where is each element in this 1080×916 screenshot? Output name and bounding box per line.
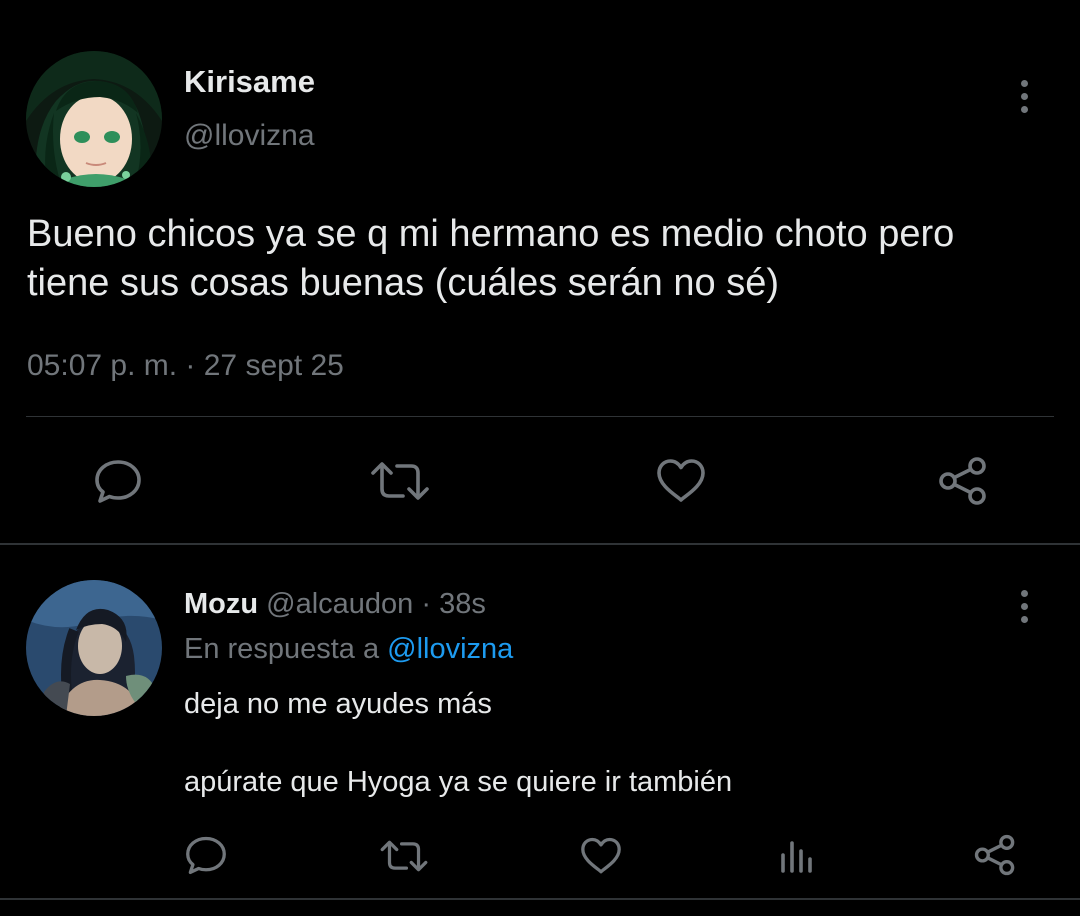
tweet-text-line: tiene sus cosas buenas (cuáles serán no … bbox=[27, 262, 779, 304]
reply-author-handle[interactable]: @alcaudon bbox=[266, 588, 413, 620]
divider bbox=[26, 416, 1054, 417]
reply-header: Mozu @alcaudon · 38s bbox=[184, 585, 486, 623]
reply-text-line: deja no me ayudes más bbox=[184, 688, 492, 720]
more-options-icon[interactable] bbox=[1018, 80, 1030, 113]
reply-age[interactable]: 38s bbox=[439, 588, 486, 620]
reply-author-name[interactable]: Mozu bbox=[184, 588, 258, 620]
tweet-text-line: Bueno chicos ya se q mi hermano es medio… bbox=[27, 213, 955, 255]
retweet-icon[interactable] bbox=[378, 836, 430, 876]
tweet-text: Bueno chicos ya se q mi hermano es medio… bbox=[27, 210, 1067, 308]
more-options-icon[interactable] bbox=[1018, 590, 1030, 623]
separator: · bbox=[413, 588, 440, 620]
reply-icon[interactable] bbox=[92, 456, 144, 506]
in-reply-to-label: En respuesta a bbox=[184, 633, 388, 665]
tweet-timestamp[interactable]: 05:07 p. m. · 27 sept 25 bbox=[27, 346, 344, 386]
reply-text-line: apúrate que Hyoga ya se quiere ir tambié… bbox=[184, 766, 733, 798]
author-name[interactable]: Kirisame bbox=[184, 62, 315, 102]
author-handle[interactable]: @llovizna bbox=[184, 116, 315, 156]
divider bbox=[0, 543, 1080, 545]
reply-author-avatar[interactable] bbox=[26, 580, 162, 716]
divider bbox=[0, 898, 1080, 900]
reply-icon[interactable] bbox=[184, 834, 228, 876]
share-icon[interactable] bbox=[972, 834, 1018, 876]
in-reply-to: En respuesta a @llovizna bbox=[184, 630, 513, 668]
share-icon[interactable] bbox=[936, 456, 990, 506]
analytics-icon[interactable] bbox=[776, 836, 818, 876]
author-avatar[interactable] bbox=[26, 51, 162, 187]
mention-link[interactable]: @llovizna bbox=[387, 633, 513, 665]
like-icon[interactable] bbox=[654, 456, 708, 506]
like-icon[interactable] bbox=[578, 836, 624, 876]
retweet-icon[interactable] bbox=[368, 456, 432, 506]
avatar-image bbox=[26, 51, 162, 187]
avatar-image bbox=[26, 580, 162, 716]
